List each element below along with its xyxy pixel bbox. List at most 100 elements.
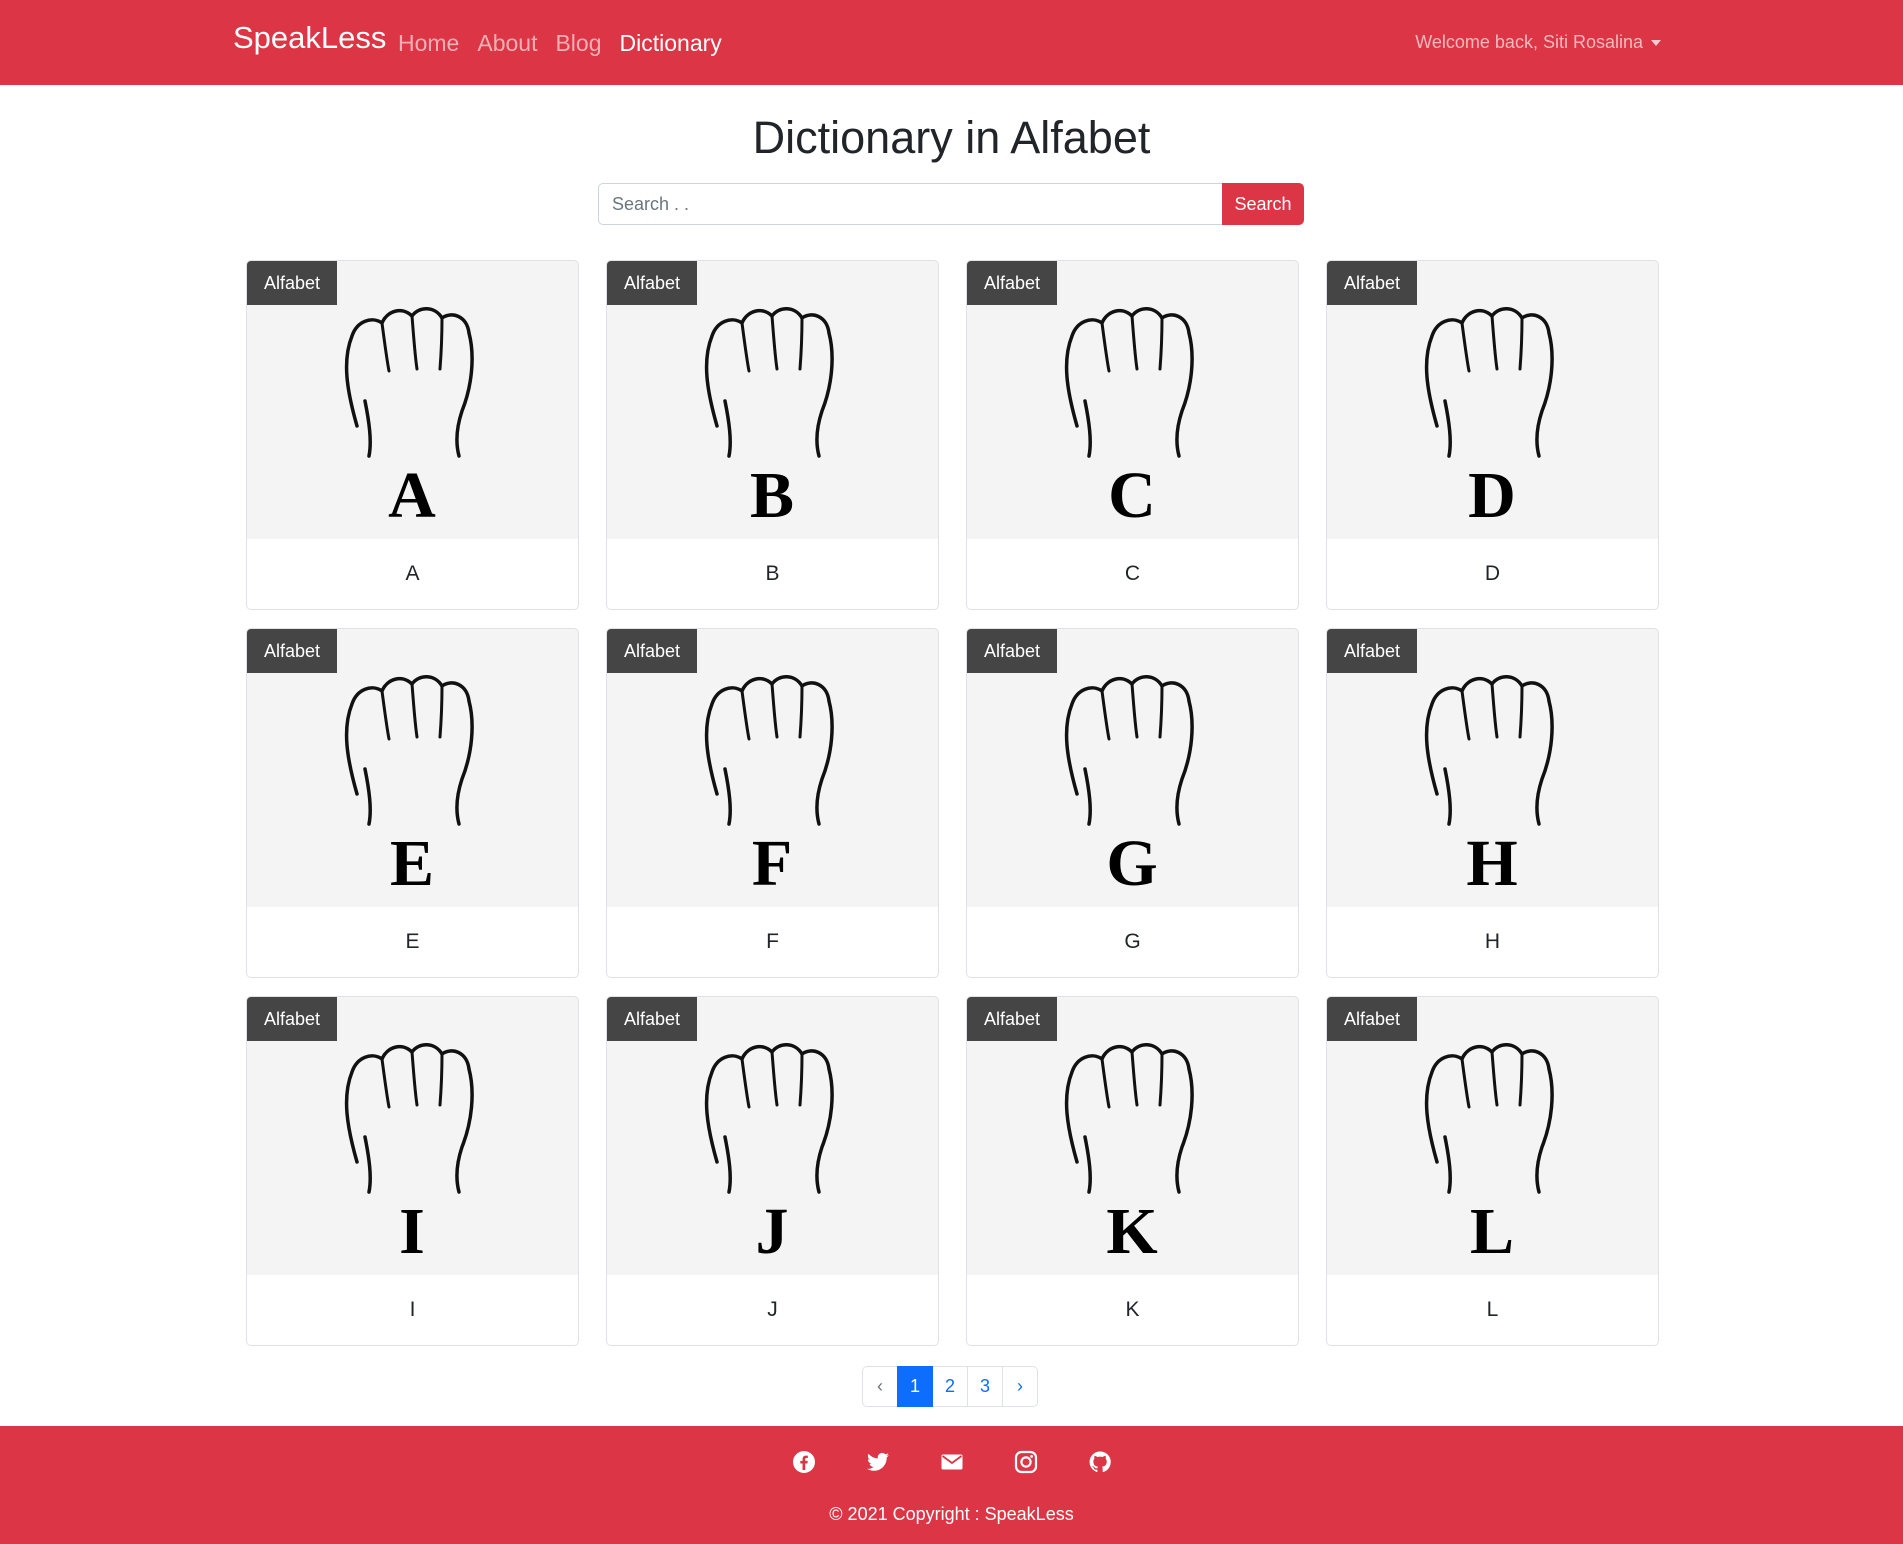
nav-link-blog[interactable]: Blog xyxy=(555,30,601,57)
pagination-page-1[interactable]: 1 xyxy=(897,1366,934,1407)
dictionary-card[interactable]: J Alfabet J xyxy=(606,996,939,1346)
pagination-page-3[interactable]: 3 xyxy=(967,1366,1004,1407)
nav-link-home[interactable]: Home xyxy=(398,30,459,57)
footer: © 2021 Copyright : SpeakLess xyxy=(0,1426,1903,1544)
github-icon[interactable] xyxy=(1088,1450,1112,1474)
sign-letter-glyph: C xyxy=(1108,459,1156,532)
pagination-next[interactable]: › xyxy=(1002,1366,1039,1407)
sign-image: C Alfabet xyxy=(967,261,1298,539)
dictionary-card[interactable]: G Alfabet G xyxy=(966,628,1299,978)
hand-outline xyxy=(344,307,474,458)
sign-image: B Alfabet xyxy=(607,261,938,539)
card-title: J xyxy=(767,1298,778,1321)
category-badge: Alfabet xyxy=(247,261,338,305)
card-title: E xyxy=(405,930,420,953)
sign-letter-glyph: E xyxy=(390,827,434,900)
sign-image: K Alfabet xyxy=(967,997,1298,1275)
search-button[interactable]: Search xyxy=(1222,183,1304,225)
user-dropdown[interactable]: Welcome back, Siti Rosalina xyxy=(1415,32,1661,53)
finger-lines xyxy=(1100,314,1164,373)
dictionary-card[interactable]: D Alfabet D xyxy=(1326,260,1659,610)
dictionary-card-grid: A Alfabet A B Alfabet B C Alfabet C D Alfabet D E Alf… xyxy=(246,260,1659,1346)
sign-image: A Alfabet xyxy=(247,261,578,539)
pagination-page-2[interactable]: 2 xyxy=(932,1366,969,1407)
nav-links: Home About Blog Dictionary xyxy=(398,30,722,57)
sign-image: I Alfabet xyxy=(247,997,578,1275)
nav-link-dictionary[interactable]: Dictionary xyxy=(620,30,722,57)
social-links xyxy=(0,1450,1903,1474)
dictionary-card[interactable]: K Alfabet K xyxy=(966,996,1299,1346)
dictionary-card[interactable]: L Alfabet L xyxy=(1326,996,1659,1346)
hand-outline xyxy=(704,307,834,458)
category-badge: Alfabet xyxy=(607,261,698,305)
sign-image: J Alfabet xyxy=(607,997,938,1275)
facebook-icon[interactable] xyxy=(792,1450,816,1474)
card-title: C xyxy=(1124,562,1141,585)
sign-image: H Alfabet xyxy=(1327,629,1658,907)
hand-outline xyxy=(1424,675,1554,826)
email-icon[interactable] xyxy=(940,1450,964,1474)
hand-outline xyxy=(344,675,474,826)
instagram-icon[interactable] xyxy=(1014,1450,1038,1474)
finger-lines xyxy=(740,1050,804,1109)
navbar: SpeakLess Home About Blog Dictionary Wel… xyxy=(0,0,1903,85)
finger-lines xyxy=(1100,1050,1164,1109)
sign-letter-glyph: G xyxy=(1106,827,1157,900)
sign-image: D Alfabet xyxy=(1327,261,1658,539)
category-badge: Alfabet xyxy=(967,997,1058,1041)
copyright-text: © 2021 Copyright : SpeakLess xyxy=(829,1504,1074,1524)
sign-image: F Alfabet xyxy=(607,629,938,907)
sign-letter-glyph: F xyxy=(752,827,792,900)
dictionary-card[interactable]: H Alfabet H xyxy=(1326,628,1659,978)
user-greeting: Welcome back, Siti Rosalina xyxy=(1415,32,1643,52)
twitter-icon[interactable] xyxy=(866,1450,890,1474)
dictionary-card[interactable]: C Alfabet C xyxy=(966,260,1299,610)
card-title: L xyxy=(1486,1298,1499,1321)
sign-letter-glyph: B xyxy=(750,459,794,532)
finger-lines xyxy=(740,314,804,373)
category-badge: Alfabet xyxy=(607,997,698,1041)
dictionary-card[interactable]: F Alfabet F xyxy=(606,628,939,978)
category-badge: Alfabet xyxy=(1327,997,1418,1041)
hand-outline xyxy=(1424,307,1554,458)
card-title: H xyxy=(1484,930,1501,953)
sign-letter-glyph: L xyxy=(1470,1195,1514,1268)
category-badge: Alfabet xyxy=(967,629,1058,673)
pagination: ‹ 1 2 3 › xyxy=(862,1366,1039,1407)
finger-lines xyxy=(380,1050,444,1109)
page-title: Dictionary in Alfabet xyxy=(752,112,1151,163)
search-input[interactable] xyxy=(598,183,1222,225)
card-title: G xyxy=(1124,930,1141,953)
nav-link-about[interactable]: About xyxy=(477,30,537,57)
finger-lines xyxy=(380,682,444,741)
dictionary-card[interactable]: B Alfabet B xyxy=(606,260,939,610)
hand-outline xyxy=(1064,1043,1194,1194)
dictionary-card[interactable]: A Alfabet A xyxy=(246,260,579,610)
finger-lines xyxy=(1460,682,1524,741)
category-badge: Alfabet xyxy=(247,629,338,673)
sign-letter-glyph: D xyxy=(1468,459,1516,532)
hand-outline xyxy=(704,675,834,826)
category-badge: Alfabet xyxy=(607,629,698,673)
category-badge: Alfabet xyxy=(1327,629,1418,673)
card-title: F xyxy=(766,930,779,953)
sign-letter-glyph: H xyxy=(1466,827,1517,900)
brand-logo[interactable]: SpeakLess xyxy=(233,20,386,56)
dictionary-card[interactable]: I Alfabet I xyxy=(246,996,579,1346)
card-title: K xyxy=(1125,1298,1140,1321)
dictionary-card[interactable]: E Alfabet E xyxy=(246,628,579,978)
category-badge: Alfabet xyxy=(247,997,338,1041)
finger-lines xyxy=(740,682,804,741)
pagination-prev[interactable]: ‹ xyxy=(862,1366,898,1407)
category-badge: Alfabet xyxy=(1327,261,1418,305)
finger-lines xyxy=(380,314,444,373)
sign-letter-glyph: I xyxy=(399,1195,425,1268)
card-title: D xyxy=(1484,562,1501,585)
sign-letter-glyph: A xyxy=(388,459,436,532)
finger-lines xyxy=(1460,1050,1524,1109)
card-title: B xyxy=(765,562,780,585)
hand-outline xyxy=(704,1043,834,1194)
hand-outline xyxy=(1424,1043,1554,1194)
sign-image: G Alfabet xyxy=(967,629,1298,907)
caret-down-icon xyxy=(1651,39,1661,46)
